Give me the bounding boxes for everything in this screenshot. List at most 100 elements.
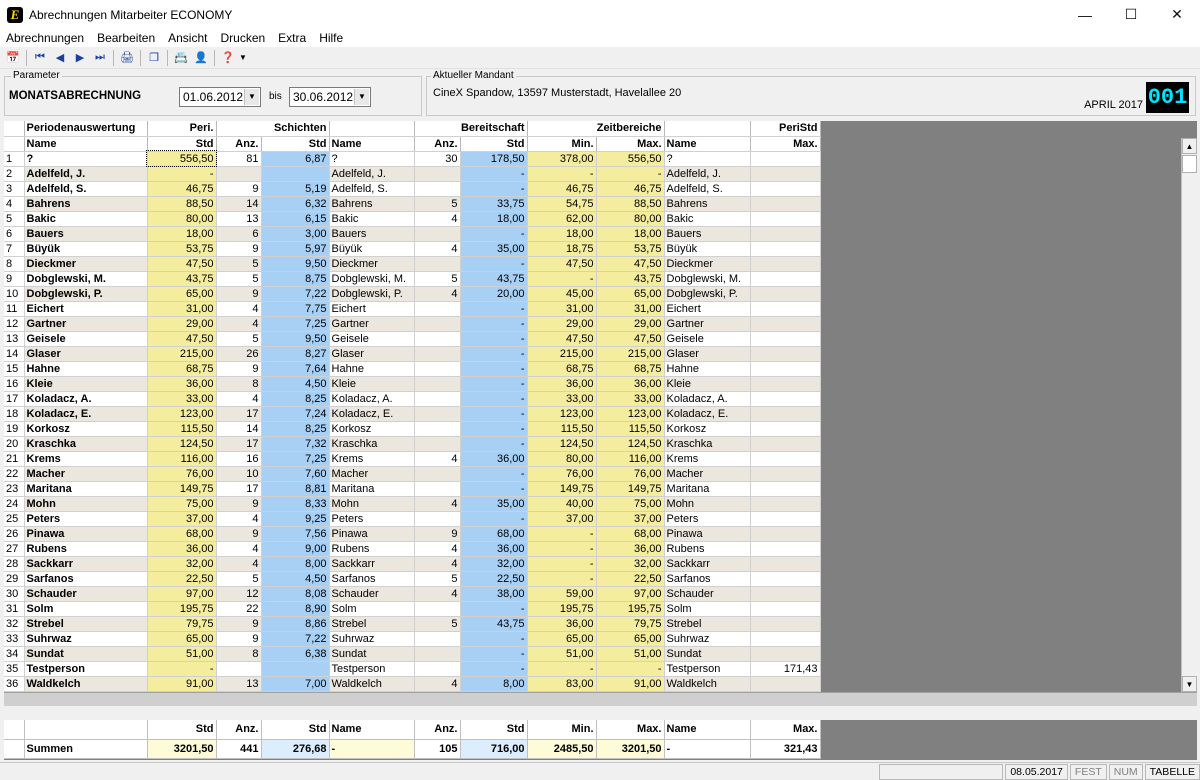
cell-zeit-name[interactable]: Hahne — [664, 361, 751, 377]
cell-peristd-max[interactable] — [750, 211, 821, 227]
cell-row-number[interactable]: 7 — [4, 241, 25, 257]
cell-peri-std[interactable]: 32,00 — [147, 556, 217, 572]
cell-zeit-min[interactable]: 76,00 — [527, 466, 597, 482]
cell-peristd-max[interactable] — [750, 286, 821, 302]
cell-zeit-min[interactable]: 123,00 — [527, 406, 597, 422]
cell-zeit-name[interactable]: Bauers — [664, 226, 751, 242]
cell-peristd-max[interactable] — [750, 226, 821, 242]
cell-employee-name[interactable]: Sackkarr — [24, 556, 148, 572]
cell-zeit-name[interactable]: Bakic — [664, 211, 751, 227]
header-bereitschaft-anz[interactable]: Anz. — [414, 136, 461, 152]
cell-bereitschaft-std[interactable]: 36,00 — [460, 541, 528, 557]
cell-bereitschaft-anz[interactable] — [414, 421, 461, 437]
cell-peri-std[interactable]: 18,00 — [147, 226, 217, 242]
cell-zeit-min[interactable]: - — [527, 556, 597, 572]
cell-employee-name[interactable]: Kleie — [24, 376, 148, 392]
cell-bereitschaft-anz[interactable] — [414, 316, 461, 332]
header-peri-std[interactable]: Std — [147, 136, 217, 152]
cell-peri-std[interactable]: 29,00 — [147, 316, 217, 332]
cell-peristd-max[interactable] — [750, 421, 821, 437]
cell-zeit-max[interactable]: 79,75 — [596, 616, 665, 632]
cell-schichten-std[interactable]: 8,27 — [261, 346, 330, 362]
cell-peri-std[interactable]: 88,50 — [147, 196, 217, 212]
cell-employee-name[interactable]: Hahne — [24, 361, 148, 377]
cell-zeit-max[interactable]: 18,00 — [596, 226, 665, 242]
cell-schichten-std[interactable]: 5,19 — [261, 181, 330, 197]
cell-schichten-anz[interactable]: 4 — [216, 511, 262, 527]
cell-employee-name[interactable]: Sarfanos — [24, 571, 148, 587]
cell-zeit-max[interactable]: 65,00 — [596, 631, 665, 647]
cell-bereitschaft-std[interactable]: - — [460, 331, 528, 347]
cell-employee-name[interactable]: Peters — [24, 511, 148, 527]
cell-zeit-max[interactable]: 47,50 — [596, 331, 665, 347]
cell-schichten-name[interactable]: Solm — [329, 601, 415, 617]
cell-schichten-std[interactable]: 9,50 — [261, 331, 330, 347]
cell-schichten-name[interactable]: Kleie — [329, 376, 415, 392]
cell-zeit-max[interactable]: 68,75 — [596, 361, 665, 377]
cell-zeit-name[interactable]: Büyük — [664, 241, 751, 257]
table-row[interactable]: 32 Strebel 79,75 9 8,86 Strebel 5 43,75 36,00 79,… — [4, 616, 821, 632]
cell-schichten-name[interactable]: Dieckmer — [329, 256, 415, 272]
cell-zeit-min[interactable]: 115,50 — [527, 421, 597, 437]
table-row[interactable]: 26 Pinawa 68,00 9 7,56 Pinawa 9 68,00-68,00 Pina… — [4, 526, 821, 542]
cell-bereitschaft-anz[interactable] — [414, 181, 461, 197]
cell-bereitschaft-std[interactable]: - — [460, 166, 528, 182]
cell-zeit-min[interactable]: 37,00 — [527, 511, 597, 527]
cell-row-number[interactable]: 1 — [4, 151, 25, 167]
cell-schichten-anz[interactable]: 9 — [216, 241, 262, 257]
cell-row-number[interactable]: 13 — [4, 331, 25, 347]
cell-schichten-std[interactable]: 9,00 — [261, 541, 330, 557]
cell-row-number[interactable]: 32 — [4, 616, 25, 632]
cell-bereitschaft-anz[interactable]: 4 — [414, 211, 461, 227]
cell-bereitschaft-anz[interactable] — [414, 376, 461, 392]
cell-bereitschaft-std[interactable]: 18,00 — [460, 211, 528, 227]
cell-row-number[interactable]: 5 — [4, 211, 25, 227]
cell-peristd-max[interactable] — [750, 526, 821, 542]
cell-schichten-name[interactable]: Maritana — [329, 481, 415, 497]
cell-zeit-max[interactable]: 123,00 — [596, 406, 665, 422]
cell-peri-std[interactable]: 51,00 — [147, 646, 217, 662]
cell-schichten-anz[interactable]: 9 — [216, 631, 262, 647]
cell-peri-std[interactable]: 76,00 — [147, 466, 217, 482]
cell-zeit-max[interactable]: 29,00 — [596, 316, 665, 332]
cell-peri-std[interactable]: 97,00 — [147, 586, 217, 602]
cell-zeit-name[interactable]: Glaser — [664, 346, 751, 362]
cell-peristd-max[interactable] — [750, 571, 821, 587]
cell-schichten-std[interactable]: 6,38 — [261, 646, 330, 662]
cell-schichten-std[interactable]: 6,15 — [261, 211, 330, 227]
cell-zeit-name[interactable]: Kraschka — [664, 436, 751, 452]
cell-peri-std[interactable]: 36,00 — [147, 541, 217, 557]
maximize-button[interactable]: ☐ — [1108, 0, 1154, 29]
cell-bereitschaft-std[interactable]: 43,75 — [460, 616, 528, 632]
cell-employee-name[interactable]: Dieckmer — [24, 256, 148, 272]
table-row[interactable]: 12 Gartner 29,00 4 7,25 Gartner -29,00 29,00 Gar… — [4, 316, 821, 332]
cell-bereitschaft-std[interactable]: - — [460, 226, 528, 242]
cell-zeit-min[interactable]: 29,00 — [527, 316, 597, 332]
cell-zeit-name[interactable]: Koladacz, A. — [664, 391, 751, 407]
cell-schichten-std[interactable]: 6,87 — [261, 151, 330, 167]
table-row[interactable]: 15 Hahne 68,75 9 7,64 Hahne -68,75 68,75 Hahne — [4, 361, 821, 377]
cell-schichten-anz[interactable]: 10 — [216, 466, 262, 482]
table-row[interactable]: 20 Kraschka 124,50 17 7,32 Kraschka -124,50 124… — [4, 436, 821, 452]
cell-zeit-max[interactable]: 149,75 — [596, 481, 665, 497]
cell-zeit-min[interactable]: 59,00 — [527, 586, 597, 602]
cell-zeit-max[interactable]: 68,00 — [596, 526, 665, 542]
cell-schichten-name[interactable]: Hahne — [329, 361, 415, 377]
table-row[interactable]: 17 Koladacz, A. 33,00 4 8,25 Koladacz, A. -33,… — [4, 391, 821, 407]
table-row[interactable]: 9 Dobglewski, M. 43,75 5 8,75 Dobglewski, M. 5… — [4, 271, 821, 287]
cell-schichten-name[interactable]: Krems — [329, 451, 415, 467]
table-row[interactable]: 8 Dieckmer 47,50 5 9,50 Dieckmer -47,50 47,50 Di… — [4, 256, 821, 272]
cell-row-number[interactable]: 23 — [4, 481, 25, 497]
cell-schichten-std[interactable]: 7,75 — [261, 301, 330, 317]
cell-bereitschaft-anz[interactable]: 5 — [414, 616, 461, 632]
cell-schichten-anz[interactable]: 6 — [216, 226, 262, 242]
cell-bereitschaft-std[interactable]: 68,00 — [460, 526, 528, 542]
cell-zeit-name[interactable]: Gartner — [664, 316, 751, 332]
cell-zeit-max[interactable]: 97,00 — [596, 586, 665, 602]
table-row[interactable]: 5 Bakic 80,00 13 6,15 Bakic 4 18,00 62,00 80,00 Ba… — [4, 211, 821, 227]
cell-employee-name[interactable]: Mohn — [24, 496, 148, 512]
cell-zeit-min[interactable]: - — [527, 571, 597, 587]
cell-schichten-std[interactable]: 7,64 — [261, 361, 330, 377]
header-bereitschaft[interactable]: Bereitschaft — [414, 121, 528, 137]
cell-peristd-max[interactable] — [750, 406, 821, 422]
